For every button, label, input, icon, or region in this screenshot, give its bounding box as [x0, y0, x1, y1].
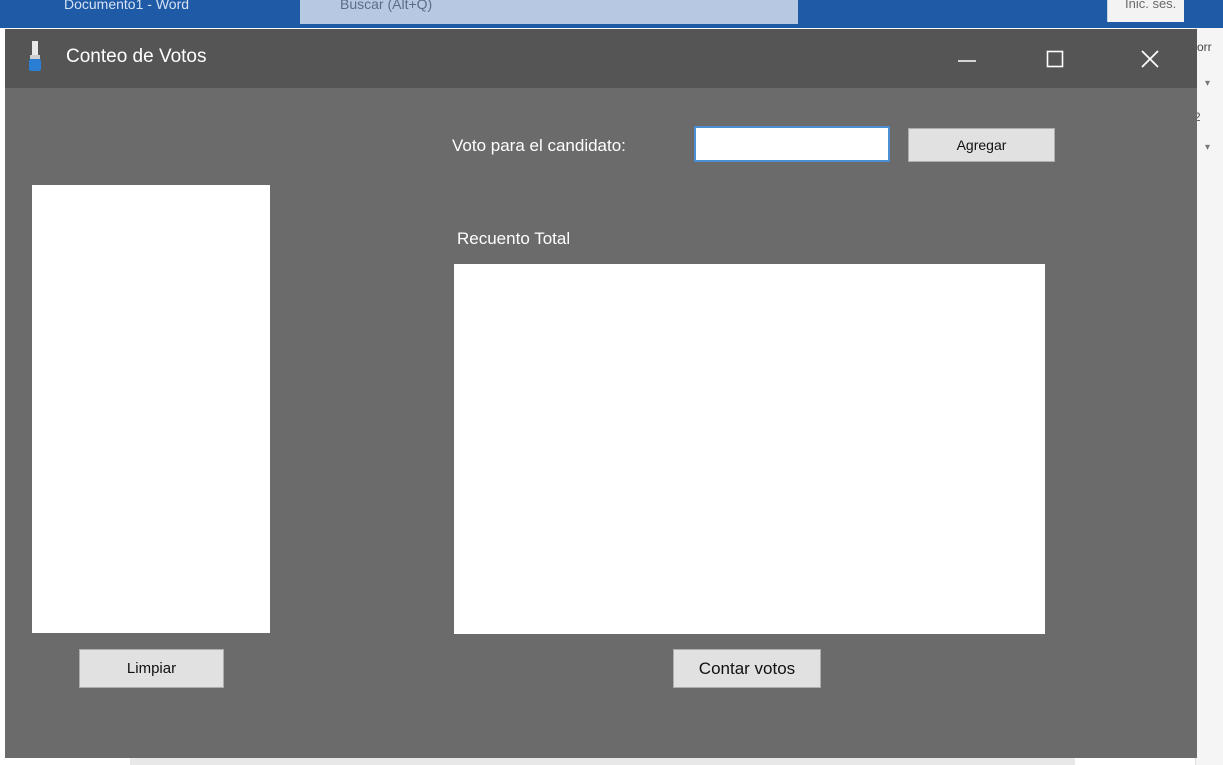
total-count-label: Recuento Total	[457, 229, 571, 248]
clear-button[interactable]: Limpiar	[79, 649, 224, 688]
votes-listbox[interactable]	[32, 185, 270, 633]
count-votes-button[interactable]: Contar votos	[673, 649, 821, 688]
window-title: Conteo de Votos	[66, 46, 207, 67]
maximize-icon	[1046, 50, 1064, 67]
maximize-button[interactable]	[1025, 29, 1085, 88]
add-button[interactable]: Agregar	[908, 128, 1055, 162]
app-window: Conteo de Votos Voto para el candidato:	[5, 29, 1197, 758]
background-search-text: Buscar (Alt+Q)	[340, 0, 433, 12]
background-ribbon-text: orr	[1197, 40, 1212, 54]
minimize-button[interactable]	[937, 29, 997, 88]
close-button[interactable]	[1120, 29, 1180, 88]
background-statusbar	[130, 758, 1075, 765]
close-icon	[1141, 49, 1159, 68]
titlebar[interactable]: Conteo de Votos	[5, 29, 1197, 88]
vote-input[interactable]	[694, 126, 890, 162]
app-icon	[29, 41, 41, 71]
chevron-down-icon[interactable]: ▾	[1205, 142, 1210, 153]
background-signin-text: Inic. ses.	[1125, 0, 1177, 11]
chevron-down-icon[interactable]: ▾	[1205, 78, 1210, 89]
screen: Documento1 - Word Buscar (Alt+Q) Inic. s…	[0, 0, 1223, 765]
background-word-title: Documento1 - Word	[64, 0, 190, 12]
vote-label: Voto para el candidato:	[452, 136, 626, 155]
minimize-icon	[958, 59, 976, 62]
background-ribbon-strip	[1195, 28, 1223, 765]
total-count-listbox[interactable]	[454, 264, 1045, 634]
